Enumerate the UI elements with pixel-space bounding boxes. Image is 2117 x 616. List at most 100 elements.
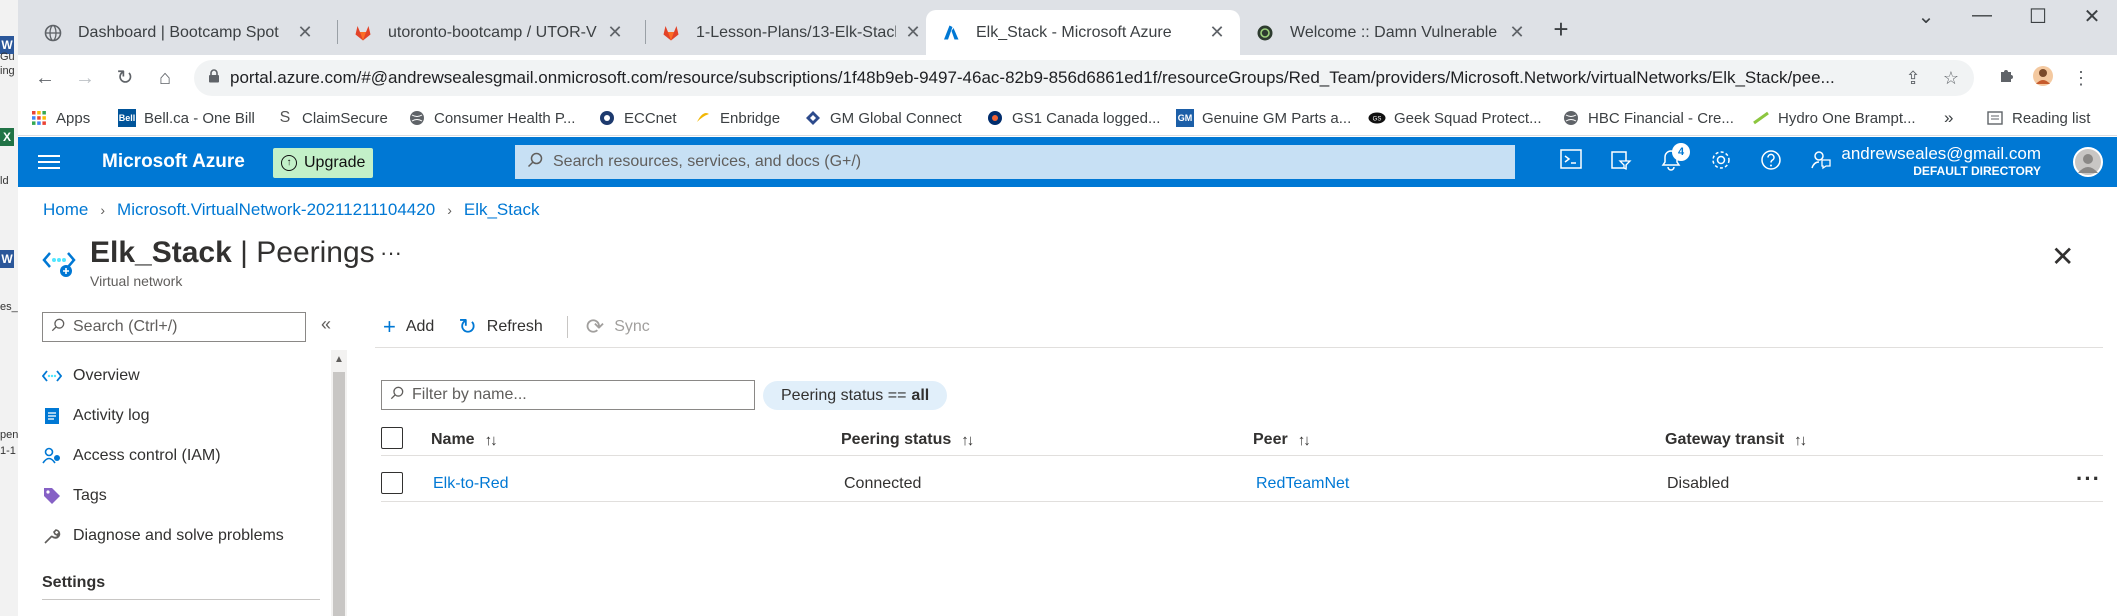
browser-tab-active[interactable]: Elk_Stack - Microsoft Azure ✕	[926, 10, 1240, 55]
bookmark-item[interactable]: GM Genuine GM Parts a...	[1176, 106, 1351, 130]
bookmark-apps[interactable]: Apps	[30, 106, 90, 130]
browser-tab[interactable]: 1-Lesson-Plans/13-Elk-Stack-Proj ✕	[646, 10, 936, 55]
desktop-item[interactable]: Gu	[0, 50, 18, 64]
extensions-icon[interactable]	[1994, 65, 2020, 91]
notifications-bell-icon[interactable]: 4	[1658, 143, 1690, 175]
scroll-up-icon[interactable]: ▲	[334, 354, 344, 365]
globe-icon	[408, 109, 426, 127]
bookmark-item[interactable]: Enbridge	[694, 106, 780, 130]
profile-avatar[interactable]	[2030, 65, 2056, 91]
word-icon[interactable]: W	[0, 250, 14, 268]
close-tab-icon[interactable]: ✕	[904, 22, 922, 43]
forward-icon[interactable]: →	[70, 63, 100, 93]
browser-tab[interactable]: utoronto-bootcamp / UTOR-VIRT ✕	[338, 10, 638, 55]
account-menu[interactable]: andrewseales@gmail.com DEFAULT DIRECTORY	[1841, 145, 2041, 179]
browser-toolbar: ← → ↻ ⌂ portal.azure.com/#@andrewsealesg…	[18, 55, 2117, 100]
help-icon[interactable]	[1758, 149, 1784, 175]
collapse-menu-button[interactable]: «	[321, 314, 331, 335]
lock-icon[interactable]	[208, 68, 220, 88]
menu-item-overview[interactable]: Overview	[42, 356, 322, 396]
peering-status-filter-pill[interactable]: Peering status == all	[763, 381, 948, 410]
minimize-button[interactable]: —	[1962, 4, 2002, 27]
share-icon[interactable]: ⇪	[1900, 65, 1926, 91]
close-window-button[interactable]: ✕	[2072, 4, 2112, 29]
select-all-checkbox[interactable]	[381, 427, 403, 449]
sort-icon[interactable]: ↑↓	[961, 432, 974, 449]
breadcrumb-resource[interactable]: Elk_Stack	[464, 200, 540, 220]
reload-icon[interactable]: ↻	[110, 63, 140, 93]
cloud-shell-icon[interactable]	[1558, 149, 1584, 175]
bookmark-item[interactable]: Consumer Health P...	[408, 106, 575, 130]
peer-network-link[interactable]: RedTeamNet	[1256, 472, 1349, 496]
tab-title: Elk_Stack - Microsoft Azure	[976, 23, 1172, 41]
filter-by-name-input[interactable]: Filter by name...	[381, 380, 755, 410]
sort-icon[interactable]: ↑↓	[1794, 432, 1807, 449]
desktop-item[interactable]: ld	[0, 174, 18, 188]
hamburger-menu-icon[interactable]	[38, 151, 60, 171]
desktop-item[interactable]: pen	[0, 428, 18, 442]
desktop-strip: W Gu ing X ld W es_l pen 1-1	[0, 0, 18, 616]
browser-tab[interactable]: Welcome :: Damn Vulnerable We ✕	[1240, 10, 1540, 55]
azure-brand[interactable]: Microsoft Azure	[102, 151, 245, 173]
upgrade-button[interactable]: ↑ Upgrade	[273, 148, 374, 178]
bell-logo-icon: Bell	[118, 109, 136, 127]
sort-icon[interactable]: ↑↓	[1298, 432, 1311, 449]
new-tab-button[interactable]: +	[1543, 14, 1579, 45]
menu-scrollbar[interactable]: ▲	[331, 350, 347, 616]
scrollbar-thumb[interactable]	[333, 372, 345, 616]
bookmark-star-icon[interactable]: ☆	[1938, 65, 1964, 91]
chevron-right-icon: ›	[447, 202, 452, 218]
sync-button[interactable]: ⟳ Sync	[586, 316, 650, 338]
close-tab-icon[interactable]: ✕	[1508, 22, 1526, 43]
directory-filter-icon[interactable]	[1608, 149, 1634, 175]
feedback-icon[interactable]	[1808, 149, 1834, 175]
bookmark-item[interactable]: Bell Bell.ca - One Bill	[118, 106, 255, 130]
home-icon[interactable]: ⌂	[150, 63, 180, 93]
bookmark-item[interactable]: HBC Financial - Cre...	[1562, 106, 1734, 130]
add-button[interactable]: + Add	[383, 316, 434, 338]
row-checkbox[interactable]	[381, 472, 403, 494]
breadcrumb-deployment[interactable]: Microsoft.VirtualNetwork-20211211104420	[117, 200, 435, 220]
close-tab-icon[interactable]: ✕	[606, 22, 624, 43]
tab-search-icon[interactable]: ⌄	[1906, 4, 1946, 29]
settings-gear-icon[interactable]	[1708, 149, 1734, 175]
bookmark-item[interactable]: S ClaimSecure	[276, 106, 388, 130]
peering-name-link[interactable]: Elk-to-Red	[433, 472, 509, 496]
more-options-button[interactable]: ···	[380, 240, 402, 266]
close-tab-icon[interactable]: ✕	[296, 22, 314, 43]
close-tab-icon[interactable]: ✕	[1208, 22, 1226, 43]
bookmark-item[interactable]: GS Geek Squad Protect...	[1368, 106, 1542, 130]
address-bar[interactable]: portal.azure.com/#@andrewsealesgmail.onm…	[194, 60, 1974, 96]
maximize-button[interactable]: ☐	[2018, 4, 2058, 29]
bookmark-item[interactable]: ECCnet	[598, 106, 677, 130]
back-icon[interactable]: ←	[30, 63, 60, 93]
excel-icon[interactable]: X	[0, 128, 14, 146]
close-blade-icon[interactable]: ✕	[2051, 240, 2074, 273]
column-header-peering-status[interactable]: Peering status ↑↓	[841, 428, 974, 452]
column-header-peer[interactable]: Peer ↑↓	[1253, 428, 1311, 452]
table-row[interactable]: Elk-to-Red Connected RedTeamNet Disabled…	[381, 466, 2103, 502]
menu-item-activity-log[interactable]: Activity log	[42, 396, 322, 436]
breadcrumb-home[interactable]: Home	[43, 200, 88, 220]
sort-icon[interactable]: ↑↓	[485, 432, 498, 449]
menu-search-input[interactable]: Search (Ctrl+/)	[42, 312, 306, 342]
bookmark-item[interactable]: Hydro One Brampt...	[1752, 106, 1916, 130]
azure-global-search[interactable]: Search resources, services, and docs (G+…	[515, 145, 1515, 179]
refresh-button[interactable]: ↻ Refresh	[458, 316, 542, 338]
reading-list-button[interactable]: Reading list	[1986, 106, 2090, 130]
bookmark-item[interactable]: GM Global Connect	[804, 106, 962, 130]
menu-item-tags[interactable]: Tags	[42, 476, 322, 516]
menu-item-diagnose[interactable]: Diagnose and solve problems	[42, 516, 322, 556]
column-header-name[interactable]: Name ↑↓	[431, 428, 498, 452]
menu-item-iam[interactable]: Access control (IAM)	[42, 436, 322, 476]
desktop-item[interactable]: ing	[0, 64, 18, 78]
browser-tab[interactable]: Dashboard | Bootcamp Spot ✕	[28, 10, 328, 55]
bookmarks-overflow-button[interactable]: »	[1944, 106, 1953, 130]
bookmark-item[interactable]: GS1 Canada logged...	[986, 106, 1160, 130]
menu-dots-icon[interactable]: ⋮	[2068, 65, 2094, 91]
desktop-item[interactable]: es_l	[0, 300, 18, 314]
column-header-gateway-transit[interactable]: Gateway transit ↑↓	[1665, 428, 1807, 452]
avatar[interactable]	[2073, 147, 2103, 177]
row-more-options-button[interactable]: ···	[2076, 466, 2101, 492]
desktop-item[interactable]: 1-1	[0, 444, 18, 458]
